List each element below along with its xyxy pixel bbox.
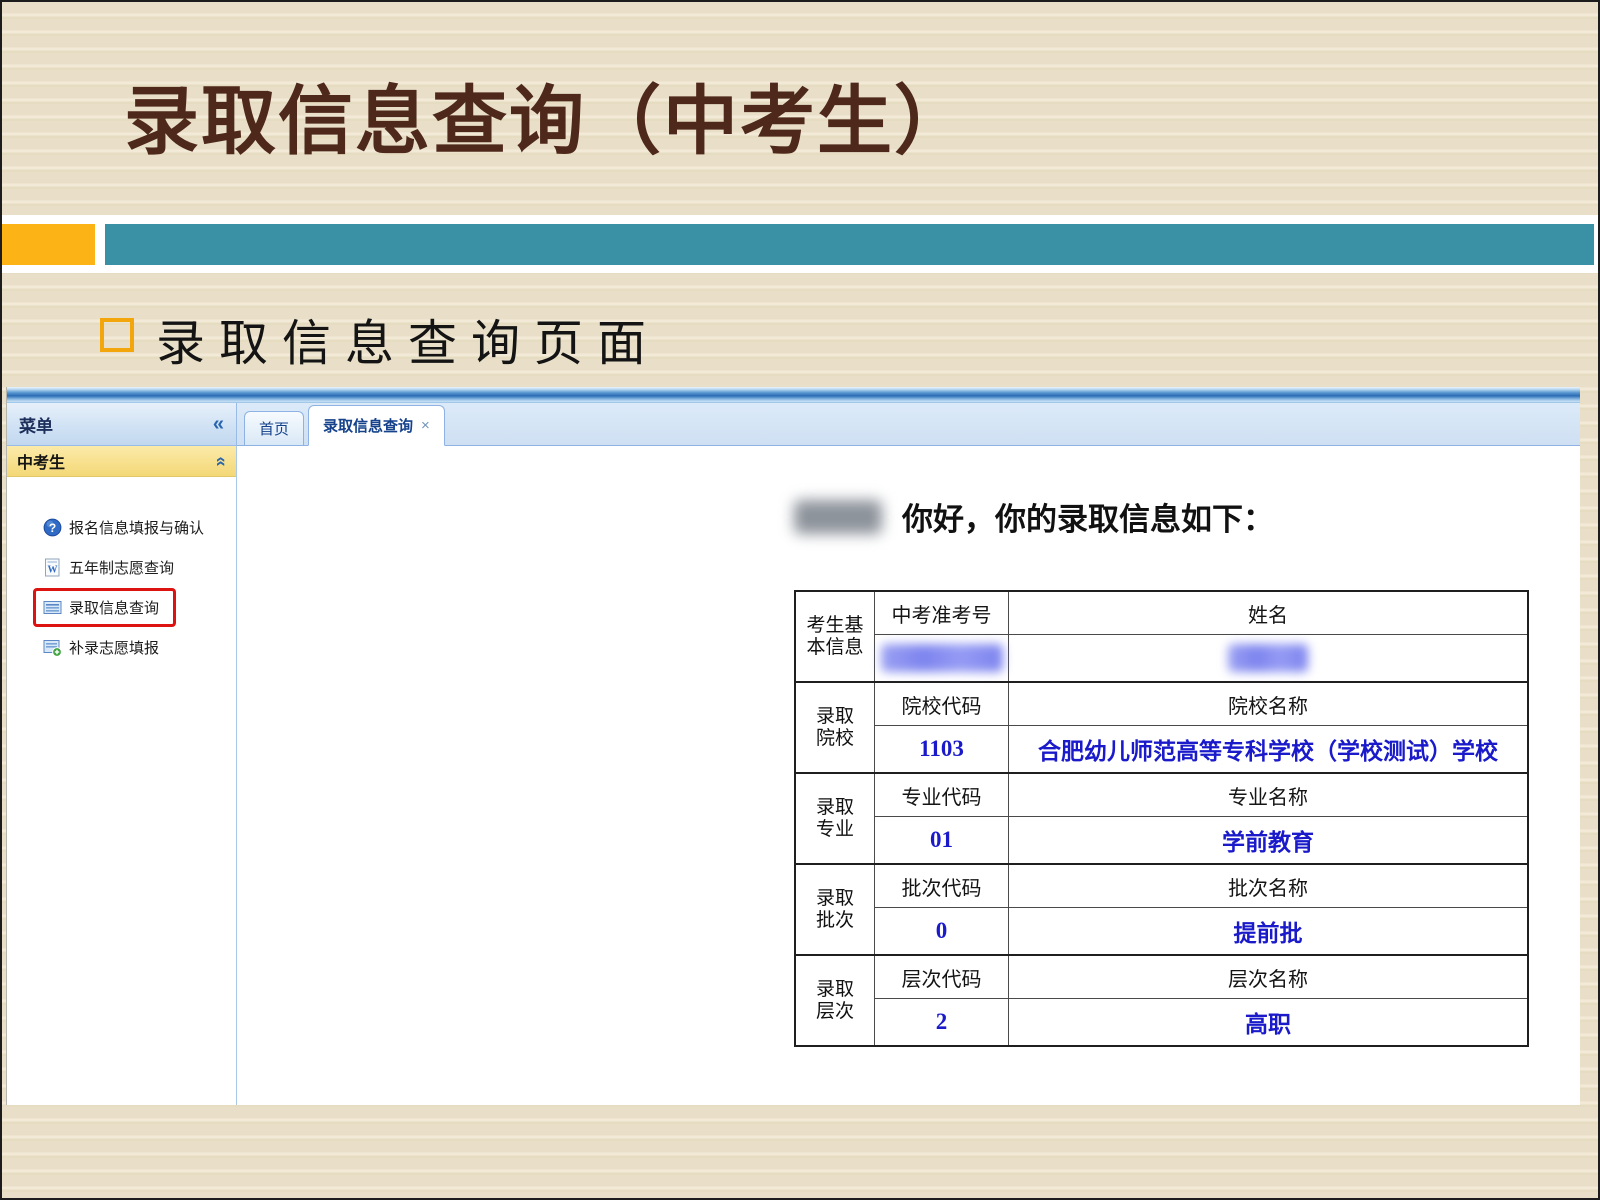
help-icon: ? bbox=[43, 518, 62, 537]
document-icon: W bbox=[43, 558, 62, 577]
bullet-row: 录取信息查询页面 bbox=[100, 304, 660, 375]
tab-首页[interactable]: 首页 bbox=[244, 411, 304, 445]
divider-band bbox=[2, 215, 1598, 273]
sidebar-section-label: 中考生 bbox=[17, 449, 65, 473]
table-header-cell: 姓名 bbox=[1009, 591, 1529, 635]
table-group-label: 考生基本信息 bbox=[795, 591, 875, 682]
sidebar-item-五年制志愿查询[interactable]: W 五年制志愿查询 bbox=[7, 547, 236, 587]
slide: 录取信息查询（中考生） 录取信息查询页面 菜单 « 首页录取信息查询× 中考生 … bbox=[0, 0, 1600, 1200]
table-row: 录取批次批次代码批次名称 bbox=[795, 864, 1528, 908]
table-group-label: 录取院校 bbox=[795, 682, 875, 773]
bullet-text: 录取信息查询页面 bbox=[156, 304, 660, 375]
table-header-cell: 层次代码 bbox=[875, 955, 1009, 999]
svg-text:W: W bbox=[48, 564, 58, 575]
table-row: 1103合肥幼儿师范高等专科学校（学校测试）学校 bbox=[795, 726, 1528, 774]
teal-accent-bar bbox=[105, 224, 1594, 265]
table-value-cell: 学前教育 bbox=[1009, 817, 1529, 865]
sidebar-item-报名信息填报与确认[interactable]: ? 报名信息填报与确认 bbox=[7, 507, 236, 547]
admission-result-table: 考生基本信息中考准考号姓名录取院校院校代码院校名称1103合肥幼儿师范高等专科学… bbox=[794, 590, 1529, 1047]
app-body: 中考生 « ? 报名信息填报与确认 W 五年制志愿查询录取信息查询补录志愿填报 你好，… bbox=[7, 446, 1580, 1105]
sidebar-menu-header: 菜单 « bbox=[7, 403, 237, 446]
page-title: 录取信息查询（中考生） bbox=[124, 60, 971, 169]
table-value-cell: 高职 bbox=[1009, 999, 1529, 1047]
chevron-up-icon[interactable]: « bbox=[210, 456, 231, 466]
sidebar-menu-items: ? 报名信息填报与确认 W 五年制志愿查询录取信息查询补录志愿填报 bbox=[7, 477, 236, 667]
table-value-cell: 合肥幼儿师范高等专科学校（学校测试）学校 bbox=[1009, 726, 1529, 774]
menu-item-label: 补录志愿填报 bbox=[69, 637, 159, 658]
table-value-cell: 1103 bbox=[875, 726, 1009, 774]
table-group-label: 录取批次 bbox=[795, 864, 875, 955]
table-row: 0提前批 bbox=[795, 908, 1528, 956]
table-row: 录取院校院校代码院校名称 bbox=[795, 682, 1528, 726]
app-top-banner bbox=[7, 387, 1580, 403]
redacted-value-blur bbox=[881, 644, 1003, 672]
tab-录取信息查询[interactable]: 录取信息查询 × bbox=[308, 405, 445, 446]
highlight-red-box: 录取信息查询 bbox=[33, 588, 176, 627]
redacted-value-blur bbox=[1228, 644, 1308, 672]
admission-table-body: 考生基本信息中考准考号姓名录取院校院校代码院校名称1103合肥幼儿师范高等专科学… bbox=[795, 591, 1528, 1046]
table-row: 考生基本信息中考准考号姓名 bbox=[795, 591, 1528, 635]
table-header-cell: 院校代码 bbox=[875, 682, 1009, 726]
table-header-cell: 专业代码 bbox=[875, 773, 1009, 817]
list-icon bbox=[43, 598, 62, 617]
table-row: 01学前教育 bbox=[795, 817, 1528, 865]
sidebar-item-补录志愿填报[interactable]: 补录志愿填报 bbox=[7, 627, 236, 667]
main-content: 你好，你的录取信息如下： 考生基本信息中考准考号姓名录取院校院校代码院校名称11… bbox=[237, 446, 1580, 1105]
tab-label: 录取信息查询 bbox=[323, 415, 413, 436]
table-value-cell: 0 bbox=[875, 908, 1009, 956]
table-row: 录取层次层次代码层次名称 bbox=[795, 955, 1528, 999]
form-add-icon bbox=[43, 638, 62, 657]
menu-item-inner: W 五年制志愿查询 bbox=[43, 557, 174, 578]
menu-item-label: 报名信息填报与确认 bbox=[69, 517, 204, 538]
table-value-cell: 01 bbox=[875, 817, 1009, 865]
table-group-label: 录取层次 bbox=[795, 955, 875, 1046]
table-header-cell: 中考准考号 bbox=[875, 591, 1009, 635]
table-row: 2高职 bbox=[795, 999, 1528, 1047]
greeting-text: 你好，你的录取信息如下： bbox=[902, 494, 1274, 539]
table-row: 录取专业专业代码专业名称 bbox=[795, 773, 1528, 817]
tab-label: 首页 bbox=[259, 418, 289, 439]
sidebar-collapse-icon[interactable]: « bbox=[213, 414, 224, 434]
sidebar-section-header[interactable]: 中考生 « bbox=[7, 446, 236, 477]
svg-text:?: ? bbox=[49, 521, 56, 535]
table-header-cell: 院校名称 bbox=[1009, 682, 1529, 726]
table-header-cell: 层次名称 bbox=[1009, 955, 1529, 999]
menu-item-label: 录取信息查询 bbox=[69, 597, 159, 618]
app-header: 菜单 « 首页 录取信息查询 × bbox=[7, 403, 1580, 446]
menu-item-inner: ? 报名信息填报与确认 bbox=[43, 517, 204, 538]
close-icon[interactable]: × bbox=[421, 417, 430, 434]
sidebar: 中考生 « ? 报名信息填报与确认 W 五年制志愿查询录取信息查询补录志愿填报 bbox=[7, 446, 237, 1105]
bullet-square-icon bbox=[100, 318, 134, 352]
menu-item-inner: 补录志愿填报 bbox=[43, 637, 159, 658]
greeting-row: 你好，你的录取信息如下： bbox=[794, 494, 1274, 539]
table-row bbox=[795, 635, 1528, 683]
menu-item-label: 五年制志愿查询 bbox=[69, 557, 174, 578]
table-header-cell: 批次代码 bbox=[875, 864, 1009, 908]
tab-bar: 首页 录取信息查询 × bbox=[237, 403, 1580, 446]
table-value-cell bbox=[1009, 635, 1529, 683]
table-value-cell: 提前批 bbox=[1009, 908, 1529, 956]
orange-accent-block bbox=[2, 224, 95, 265]
table-header-cell: 专业名称 bbox=[1009, 773, 1529, 817]
sidebar-item-录取信息查询[interactable]: 录取信息查询 bbox=[7, 587, 236, 627]
table-header-cell: 批次名称 bbox=[1009, 864, 1529, 908]
table-value-cell bbox=[875, 635, 1009, 683]
app-screenshot: 菜单 « 首页录取信息查询× 中考生 « ?报名信息填报与确认W五年制志愿查询录… bbox=[6, 387, 1580, 1105]
table-value-cell: 2 bbox=[875, 999, 1009, 1047]
table-group-label: 录取专业 bbox=[795, 773, 875, 864]
menu-header-label: 菜单 bbox=[19, 412, 53, 437]
redacted-name-blur bbox=[794, 500, 882, 534]
